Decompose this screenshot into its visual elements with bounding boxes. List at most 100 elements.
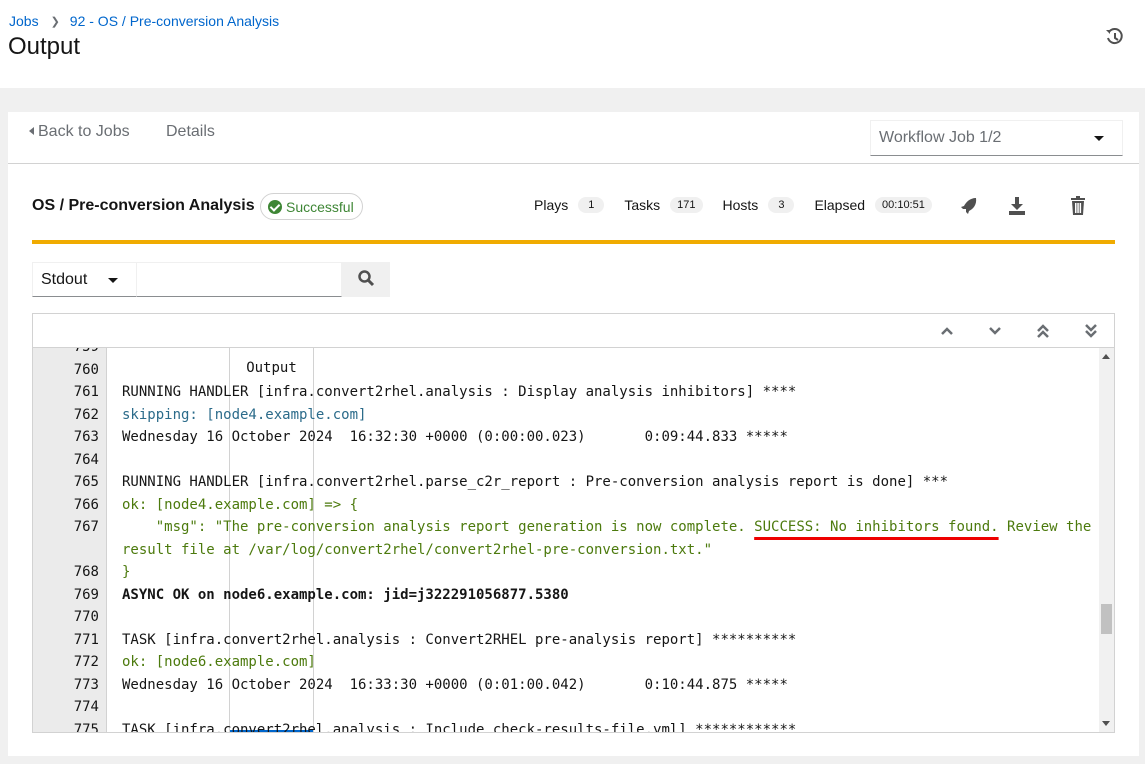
history-icon[interactable] — [1104, 26, 1126, 48]
line-number: 769 — [73, 586, 99, 603]
tabs: Back to Jobs Details Output Workflow Job… — [8, 112, 1139, 733]
line-number: 760 — [73, 361, 99, 378]
job-output: 759 760 761 RUNNING HANDLER [infra.convert2… — [32, 347, 1115, 733]
output-line: 760 — [33, 359, 1099, 382]
search-icon — [358, 270, 375, 287]
tab-details[interactable]: Details — [150, 112, 231, 164]
scroll-arrow-up-icon[interactable] — [1102, 354, 1110, 359]
chevron-right-icon: ❯ — [50, 15, 60, 28]
line-text — [107, 359, 1099, 382]
scroll-bottom-icon[interactable] — [1081, 322, 1101, 340]
output-line: 761 RUNNING HANDLER [infra.convert2rhel.a… — [33, 381, 1099, 404]
tasks-count: 171 — [670, 197, 703, 213]
output-line: 766 ok: [node4.example.com] => { — [33, 494, 1099, 517]
relaunch-rocket-icon[interactable] — [958, 195, 980, 217]
line-number: 766 — [73, 496, 99, 513]
workflow-job-value: Workflow Job 1/2 — [879, 129, 1002, 146]
highlighted-success-text: SUCCESS: No inhibitors found. — [754, 519, 999, 535]
output-line: 775 TASK [infra.convert2rhel.analysis : I… — [33, 719, 1099, 733]
output-type-select[interactable]: Stdout — [32, 262, 136, 297]
output-line: 764 — [33, 449, 1099, 472]
plays-count: 1 — [578, 197, 605, 213]
line-number: 768 — [73, 564, 99, 580]
output-line: 769 ASYNC OK on node6.example.com: jid=j3… — [33, 584, 1099, 607]
line-text — [107, 606, 1099, 629]
output-line: 771 TASK [infra.convert2rhel.analysis : C… — [33, 629, 1099, 652]
line-text: ok: [node6.example.com] — [122, 654, 316, 670]
line-text — [107, 449, 1099, 472]
line-number: 770 — [73, 609, 99, 625]
job-stats: Plays 1 Tasks 171 Hosts 3 Elapsed 00:10:… — [534, 197, 952, 213]
line-text — [107, 696, 1099, 719]
caret-down-icon — [108, 278, 118, 283]
line-text: RUNNING HANDLER [infra.convert2rhel.pars… — [122, 474, 949, 490]
line-number: 764 — [73, 451, 99, 468]
line-number: 762 — [73, 406, 99, 423]
breadcrumb-job[interactable]: 92 - OS / Pre-conversion Analysis — [70, 13, 279, 29]
job-progress-bar — [32, 240, 1115, 244]
line-text: Wednesday 16 October 2024 16:32:30 +0000… — [122, 429, 788, 445]
scroll-up-icon[interactable] — [937, 322, 957, 340]
tasks-label: Tasks — [624, 197, 661, 213]
page-scrollbar[interactable] — [1139, 88, 1145, 764]
output-line: 765 RUNNING HANDLER [infra.convert2rhel.p… — [33, 471, 1099, 494]
output-line: 773 Wednesday 16 October 2024 16:33:30 +0… — [33, 674, 1099, 697]
output-line: 762 skipping: [node4.example.com] — [33, 404, 1099, 427]
workflow-job-select[interactable]: Workflow Job 1/2 — [870, 120, 1123, 156]
output-line: 768} — [33, 561, 1099, 584]
line-number: 765 — [73, 474, 99, 490]
line-number: 759 — [73, 347, 99, 355]
output-line: 774 — [33, 696, 1099, 719]
tab-label: Back to Jobs — [38, 123, 130, 140]
output-line: 767 "msg": "The pre-conversion analysis … — [33, 516, 1099, 561]
scrollbar-thumb[interactable] — [1101, 604, 1112, 634]
line-number: 772 — [73, 654, 99, 670]
output-lines: 759 760 761 RUNNING HANDLER [infra.convert2… — [33, 347, 1099, 733]
job-output-card: Back to Jobs Details Output Workflow Job… — [8, 112, 1139, 756]
scroll-arrow-down-icon[interactable] — [1102, 721, 1110, 726]
output-scrollbar[interactable] — [1099, 348, 1114, 732]
plays-label: Plays — [534, 197, 569, 213]
line-text: TASK [infra.convert2rhel.analysis : Conv… — [122, 631, 797, 648]
caret-left-icon — [29, 127, 34, 135]
hosts-count: 3 — [768, 197, 795, 213]
hosts-label: Hosts — [722, 197, 759, 213]
line-text: ok: [node4.example.com] => { — [122, 496, 359, 513]
scroll-down-icon[interactable] — [985, 322, 1005, 340]
line-number: 767 — [73, 519, 99, 535]
elapsed-value: 00:10:51 — [875, 197, 932, 213]
output-toolbar — [32, 313, 1115, 348]
line-text: TASK [infra.convert2rhel.analysis : Incl… — [122, 721, 797, 733]
line-text — [107, 348, 1099, 359]
breadcrumb-jobs[interactable]: Jobs — [9, 13, 39, 29]
status-badge: Successful — [260, 193, 363, 220]
line-number: 775 — [73, 721, 99, 733]
check-circle-icon — [268, 199, 282, 214]
search-button[interactable] — [342, 262, 390, 297]
page-title: Output — [8, 33, 81, 60]
line-number: 763 — [73, 429, 99, 445]
line-text: skipping: [node4.example.com] — [122, 406, 367, 423]
status-label: Successful — [286, 198, 354, 215]
page-header: Jobs ❯ 92 - OS / Pre-conversion Analysis… — [0, 0, 1145, 88]
tab-back-to-jobs[interactable]: Back to Jobs — [13, 112, 146, 164]
line-number: 771 — [73, 631, 99, 648]
line-number: 773 — [73, 676, 99, 693]
scroll-top-icon[interactable] — [1033, 322, 1053, 340]
search-input[interactable] — [136, 262, 342, 297]
delete-trash-icon[interactable] — [1067, 195, 1089, 217]
line-text-segment: "msg": "The pre-conversion analysis repo… — [122, 519, 755, 535]
line-text: ASYNC OK on node6.example.com: jid=j3222… — [122, 586, 569, 603]
line-text: "msg": "The pre-conversion analysis repo… — [107, 516, 1099, 561]
line-text: } — [122, 564, 131, 580]
line-text: RUNNING HANDLER [infra.convert2rhel.anal… — [122, 384, 797, 400]
line-number: 774 — [73, 699, 99, 715]
download-icon[interactable] — [1006, 195, 1028, 217]
output-type-value: Stdout — [41, 271, 88, 288]
elapsed-label: Elapsed — [814, 197, 866, 213]
caret-down-icon — [1094, 136, 1104, 141]
output-line: 759 — [33, 347, 1099, 359]
line-number: 761 — [73, 384, 99, 400]
line-text: Wednesday 16 October 2024 16:33:30 +0000… — [122, 676, 788, 693]
output-line: 763 Wednesday 16 October 2024 16:32:30 +0… — [33, 426, 1099, 449]
